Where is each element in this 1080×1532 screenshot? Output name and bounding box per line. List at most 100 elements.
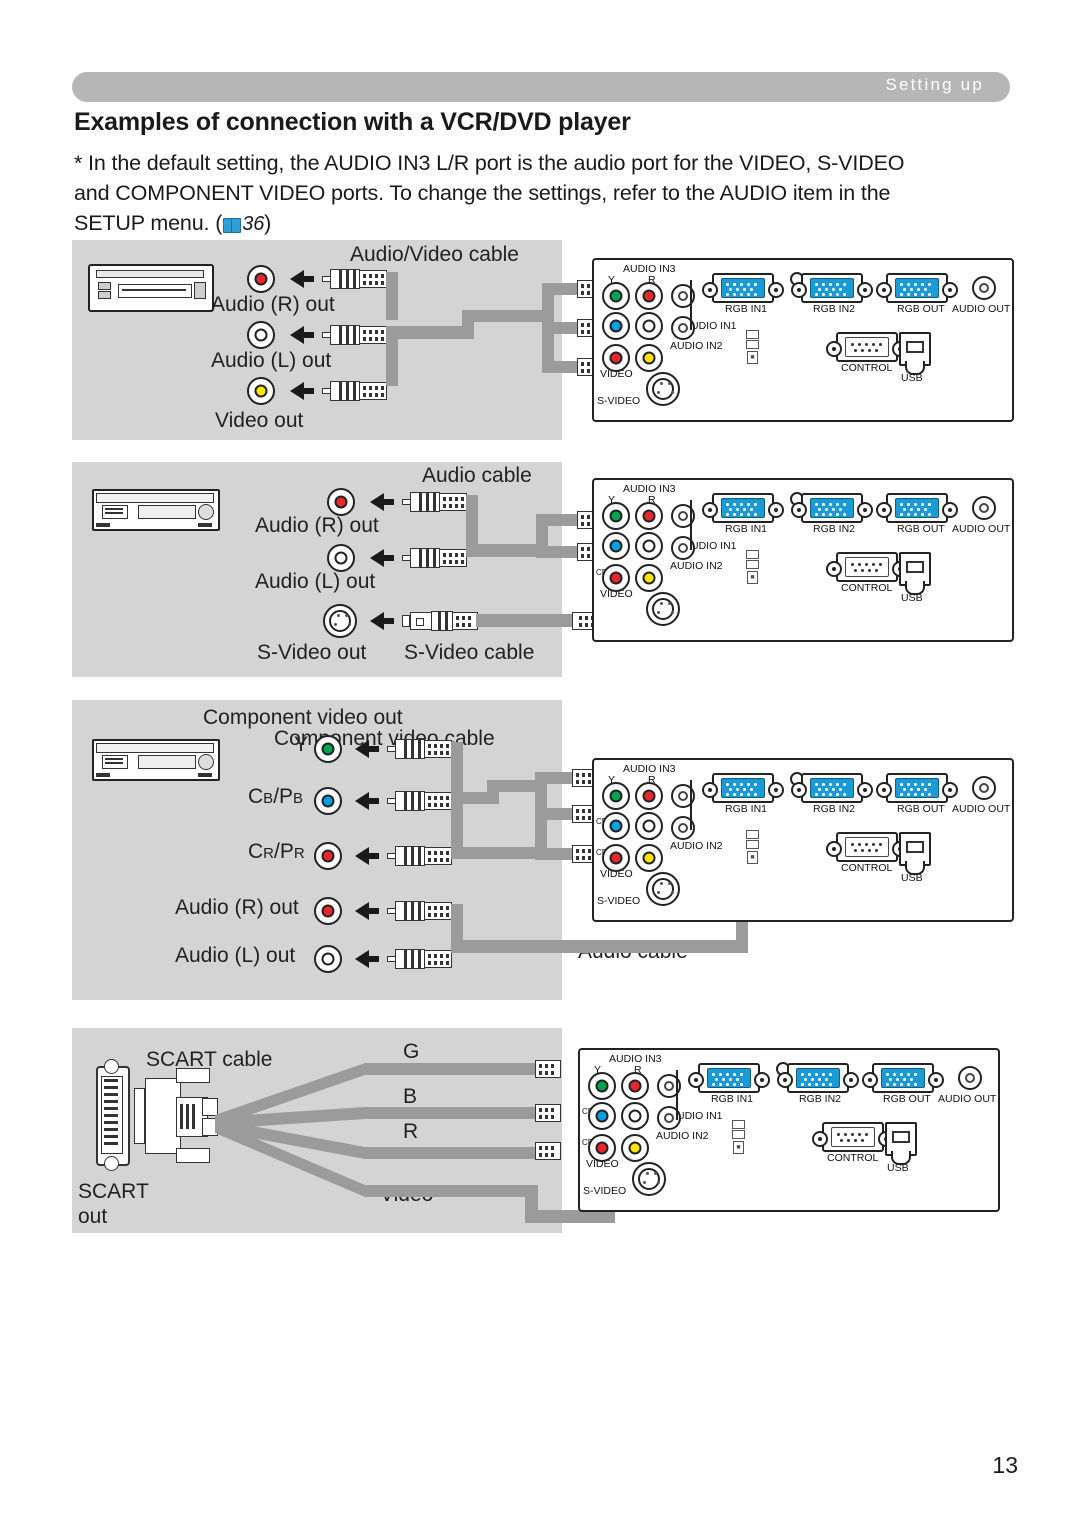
proj2-port-rgb-in2 bbox=[791, 493, 873, 523]
proj1-jack-cr bbox=[602, 344, 630, 372]
proj2-label-rgb-in2: RGB IN2 bbox=[813, 523, 856, 535]
sv-plug-audio-r bbox=[402, 492, 468, 512]
av-cable-trunk bbox=[386, 326, 474, 339]
proj2-jack-video bbox=[635, 564, 663, 592]
av-plug-video bbox=[322, 381, 388, 401]
proj3-port-rgb-out bbox=[876, 773, 958, 803]
proj3-jack-video bbox=[635, 844, 663, 872]
scart-device-label-line2: out bbox=[78, 1205, 108, 1228]
proj1-port-rgb-out bbox=[876, 273, 958, 303]
comp-plug-audio-r bbox=[387, 901, 453, 921]
comp-label-cb-pb-sub2: B bbox=[293, 790, 304, 807]
intro-note-line3-suffix: ) bbox=[264, 211, 272, 235]
proj4-jack-audio-r bbox=[621, 1072, 649, 1100]
comp-plug-audio-l bbox=[387, 949, 453, 969]
proj4-bracket-audio-in bbox=[676, 1070, 678, 1120]
proj4-label-audio-in2: AUDIO IN2 bbox=[656, 1130, 709, 1142]
sv-arrow-audio-l bbox=[370, 549, 394, 567]
av-jack-audio-l bbox=[247, 321, 275, 349]
sv-plug-audio-l bbox=[402, 548, 468, 568]
av-jack-video bbox=[247, 377, 275, 405]
comp-audio-cable-run bbox=[451, 940, 748, 953]
proj4-label-rgb-out: RGB OUT bbox=[883, 1093, 931, 1105]
proj1-label-rgb-in1: RGB IN1 bbox=[725, 303, 768, 315]
proj1-label-control: CONTROL bbox=[841, 362, 893, 374]
sv-label-s-video-out: S-Video out bbox=[257, 641, 367, 664]
proj4-jack-s-video bbox=[632, 1162, 666, 1196]
proj1-usb-tail bbox=[905, 361, 925, 375]
proj4-label-s-video: S-VIDEO bbox=[583, 1185, 627, 1197]
proj4-label-rgb-in1: RGB IN1 bbox=[711, 1093, 754, 1105]
comp-arrow-cr bbox=[355, 847, 379, 865]
proj2-label-rgb-in1: RGB IN1 bbox=[725, 523, 768, 535]
proj4-port-rgb-in1 bbox=[688, 1063, 770, 1093]
projector-rear-panel-1: AUDIO IN3 Y R L AUDIO IN1 AUDIO IN2 VIDE… bbox=[592, 258, 1014, 422]
proj4-port-rgb-out bbox=[862, 1063, 944, 1093]
proj1-label-audio-out: AUDIO OUT bbox=[952, 303, 1011, 315]
comp-label-cr-pr-mid: /P bbox=[274, 840, 294, 863]
proj2-port-rgb-out bbox=[876, 493, 958, 523]
section-tab-label: Setting up bbox=[885, 75, 984, 94]
proj1-label-rgb-in2: RGB IN2 bbox=[813, 303, 856, 315]
proj1-port-rgb-in2 bbox=[791, 273, 873, 303]
proj1-label-rgb-out: RGB OUT bbox=[897, 303, 945, 315]
proj3-jack-s-video bbox=[646, 872, 680, 906]
av-cable-mid bbox=[462, 310, 554, 322]
comp-jack-cb bbox=[314, 787, 342, 815]
proj3-jack-audio-r bbox=[635, 782, 663, 810]
proj4-jack-cb bbox=[588, 1102, 616, 1130]
comp-label-audio-l: Audio (L) out bbox=[175, 944, 296, 967]
proj1-port-control bbox=[826, 332, 908, 362]
panel-av-cable-label: Audio/Video cable bbox=[350, 243, 519, 266]
sv-jack-s-video-out bbox=[323, 604, 357, 638]
book-icon bbox=[223, 217, 242, 233]
intro-note-line2: and COMPONENT VIDEO ports. To change the… bbox=[74, 181, 891, 205]
section-tab-bar: Setting up bbox=[72, 72, 1010, 102]
scart-cable-end-b bbox=[535, 1104, 561, 1122]
proj4-port-audio-out bbox=[958, 1066, 982, 1090]
sv-jack-audio-r bbox=[327, 488, 355, 516]
proj3-label-audio-out: AUDIO OUT bbox=[952, 803, 1011, 815]
page-title: Examples of connection with a VCR/DVD pl… bbox=[74, 108, 631, 136]
scart-cable-end-r bbox=[535, 1142, 561, 1160]
proj4-jack-cr bbox=[588, 1134, 616, 1162]
proj3-usb-tail bbox=[905, 861, 925, 875]
sv-arrow-s-video bbox=[370, 612, 394, 630]
proj2-security-slot: ■ bbox=[746, 550, 759, 584]
proj3-label-rgb-in2: RGB IN2 bbox=[813, 803, 856, 815]
av-cable-v bbox=[386, 338, 398, 386]
proj2-bracket-audio-in bbox=[690, 500, 692, 550]
proj1-jack-audio-r bbox=[635, 282, 663, 310]
proj1-jack-s-video bbox=[646, 372, 680, 406]
proj2-label-audio-in2: AUDIO IN2 bbox=[670, 560, 723, 572]
comp-arrow-cb bbox=[355, 792, 379, 810]
proj3-port-rgb-in1 bbox=[702, 773, 784, 803]
sv-arrow-audio-r bbox=[370, 493, 394, 511]
comp-arrow-audio-l bbox=[355, 950, 379, 968]
proj3-jack-cr bbox=[602, 844, 630, 872]
page-number: 13 bbox=[992, 1452, 1018, 1478]
comp-jack-cr bbox=[314, 842, 342, 870]
proj3-security-slot: ■ bbox=[746, 830, 759, 864]
scart-cable-fanout bbox=[215, 1063, 535, 1197]
proj4-jack-y bbox=[588, 1072, 616, 1100]
comp-plug-cr bbox=[387, 846, 453, 866]
proj2-jack-audio-r bbox=[635, 502, 663, 530]
proj4-usb-tail bbox=[891, 1151, 911, 1165]
comp-label-cr-pr-sub1: R bbox=[263, 845, 275, 862]
proj3-bracket-audio-in bbox=[690, 780, 692, 830]
av-label-audio-l: Audio (L) out bbox=[211, 349, 332, 372]
proj3-jack-audio-l bbox=[635, 812, 663, 840]
projector-rear-panel-3: AUDIO IN3 Y R L CB/PB CR/PR AUDIO IN2 VI… bbox=[592, 758, 1014, 922]
av-arrow-audio-r bbox=[290, 270, 314, 288]
sv-jack-audio-l bbox=[327, 544, 355, 572]
comp-arrow-y bbox=[355, 740, 379, 758]
comp-plug-cb bbox=[387, 791, 453, 811]
sv-label-audio-r: Audio (R) out bbox=[255, 514, 379, 537]
proj2-jack-y bbox=[602, 502, 630, 530]
proj1-jack-video bbox=[635, 344, 663, 372]
proj2-jack-s-video bbox=[646, 592, 680, 626]
proj2-jack-audio-l bbox=[635, 532, 663, 560]
proj2-label-control: CONTROL bbox=[841, 582, 893, 594]
comp-label-cr-pr-main: C bbox=[248, 840, 264, 863]
